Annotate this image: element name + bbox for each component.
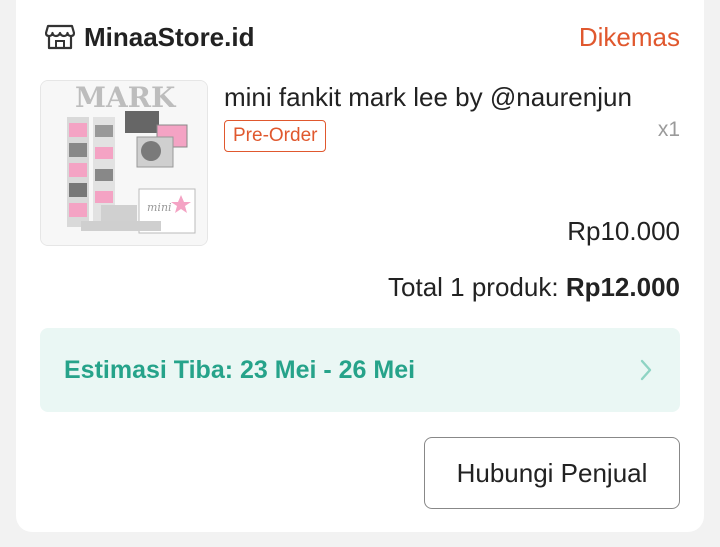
order-status: Dikemas bbox=[578, 22, 680, 52]
product-price: Rp10.000 bbox=[567, 216, 680, 246]
chevron-right-icon bbox=[640, 359, 652, 381]
fankit-image: MARK mini bbox=[41, 81, 207, 245]
order-card: MinaaStore.id Dikemas MARK mini mini fan… bbox=[16, 0, 704, 532]
contact-seller-button[interactable]: Hubungi Penjual bbox=[424, 437, 680, 509]
product-quantity: x1 bbox=[657, 118, 680, 141]
product-title[interactable]: mini fankit mark lee by @naurenjun bbox=[224, 80, 632, 114]
thumbnail-title-text: MARK bbox=[75, 81, 177, 114]
order-total: Total 1 produk: Rp12.000 bbox=[388, 270, 680, 304]
product-thumbnail[interactable]: MARK mini bbox=[40, 80, 208, 246]
estimated-arrival-banner[interactable]: Estimasi Tiba: 23 Mei - 26 Mei bbox=[40, 328, 680, 412]
svg-text:mini: mini bbox=[147, 201, 172, 214]
total-label: Total 1 produk: bbox=[388, 272, 559, 302]
estimated-arrival-text: Estimasi Tiba: 23 Mei - 26 Mei bbox=[64, 356, 416, 384]
store-icon bbox=[45, 24, 75, 50]
pre-order-badge: Pre-Order bbox=[224, 120, 327, 152]
total-value: Rp12.000 bbox=[565, 272, 680, 302]
store-name[interactable]: MinaaStore.id bbox=[84, 20, 254, 54]
